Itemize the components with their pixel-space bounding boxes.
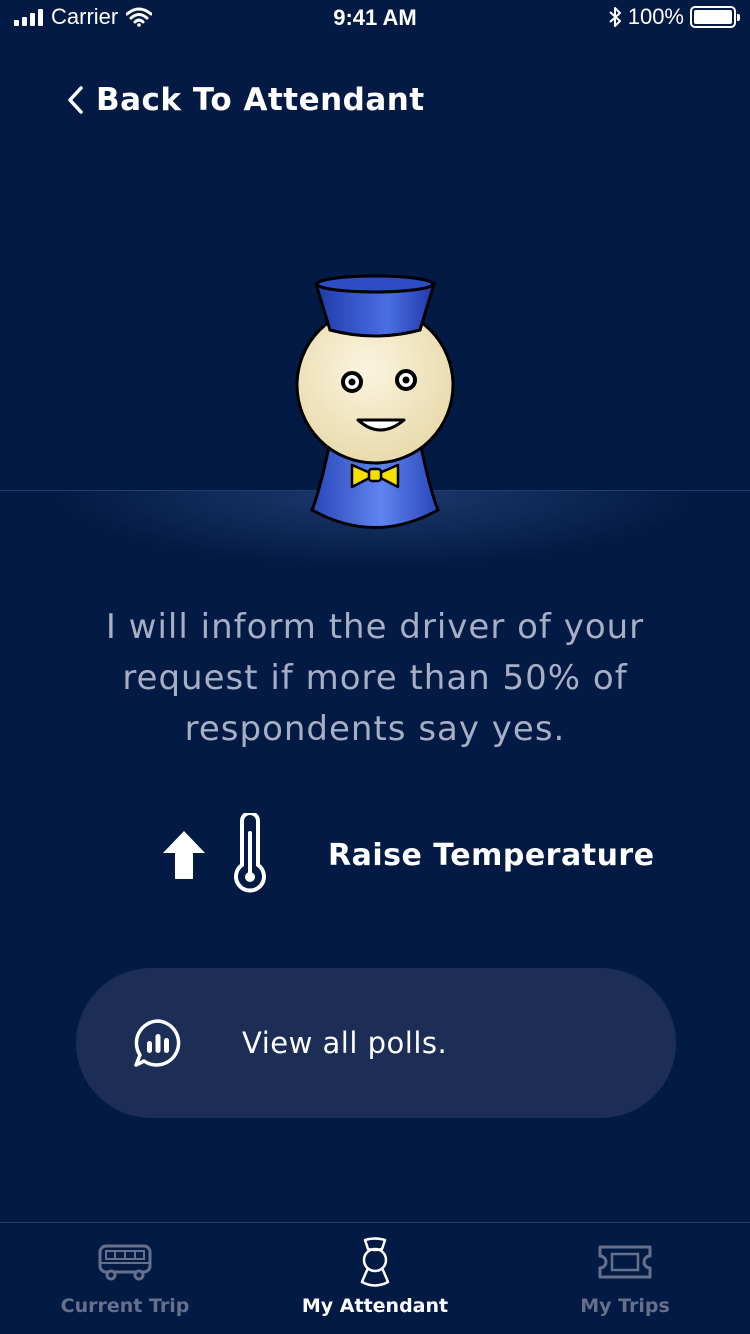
view-all-polls-button[interactable]: View all polls. (76, 968, 676, 1118)
tab-label: Current Trip (60, 1295, 190, 1317)
bluetooth-icon (609, 7, 621, 27)
battery-icon (690, 6, 740, 28)
tab-my-trips[interactable]: My Trips (500, 1223, 750, 1334)
status-bar: Carrier 9:41 AM 100% (0, 0, 750, 40)
poll-explanation-text: I will inform the driver of your request… (105, 607, 645, 749)
chevron-left-icon (68, 86, 83, 114)
tab-label: My Trips (580, 1295, 670, 1317)
poll-chat-icon (134, 1019, 181, 1067)
request-label: Raise Temperature (328, 837, 655, 873)
back-to-attendant-button[interactable]: Back To Attendant (66, 78, 425, 122)
back-label: Back To Attendant (96, 82, 425, 118)
arrow-up-icon (163, 831, 205, 879)
tab-bar: Current Trip My Attendant My Trips (0, 1222, 750, 1334)
tab-label: My Attendant (301, 1295, 449, 1317)
request-summary: Raise Temperature (160, 810, 655, 900)
status-right: 100% (608, 4, 740, 30)
bus-icon (98, 1244, 152, 1281)
ticket-icon (598, 1245, 652, 1279)
tab-my-attendant[interactable]: My Attendant (250, 1223, 500, 1334)
battery-percent: 100% (627, 4, 684, 29)
tab-current-trip[interactable]: Current Trip (0, 1223, 250, 1334)
attendant-mascot-icon (295, 274, 455, 529)
attendant-icon (360, 1237, 390, 1287)
thermometer-icon (234, 813, 266, 893)
view-all-polls-label: View all polls. (242, 1026, 448, 1060)
